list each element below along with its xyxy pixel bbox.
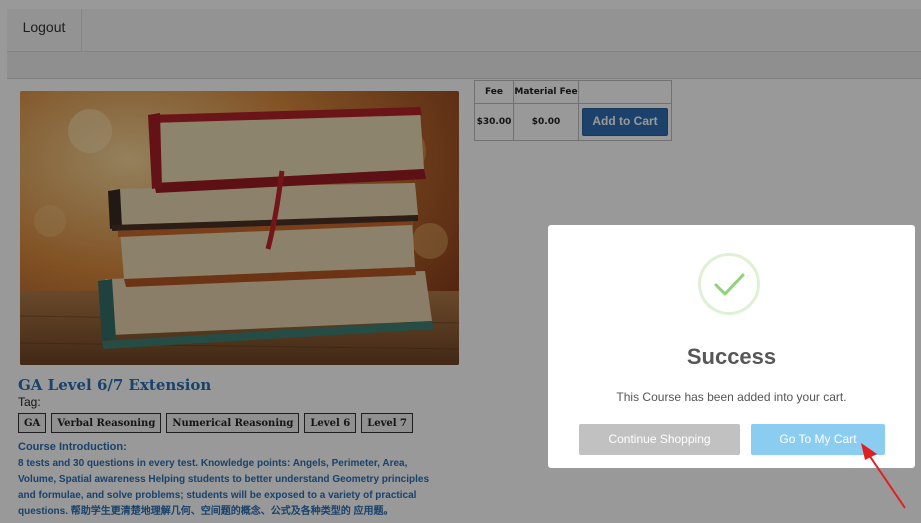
modal-message: This Course has been added into your car… bbox=[616, 390, 847, 404]
checkmark-icon bbox=[698, 253, 760, 315]
modal-title: Success bbox=[686, 344, 777, 369]
red-arrow-icon bbox=[861, 443, 906, 509]
success-modal: Success This Course has been added into … bbox=[548, 225, 915, 468]
continue-shopping-button[interactable]: Continue Shopping bbox=[579, 424, 740, 455]
